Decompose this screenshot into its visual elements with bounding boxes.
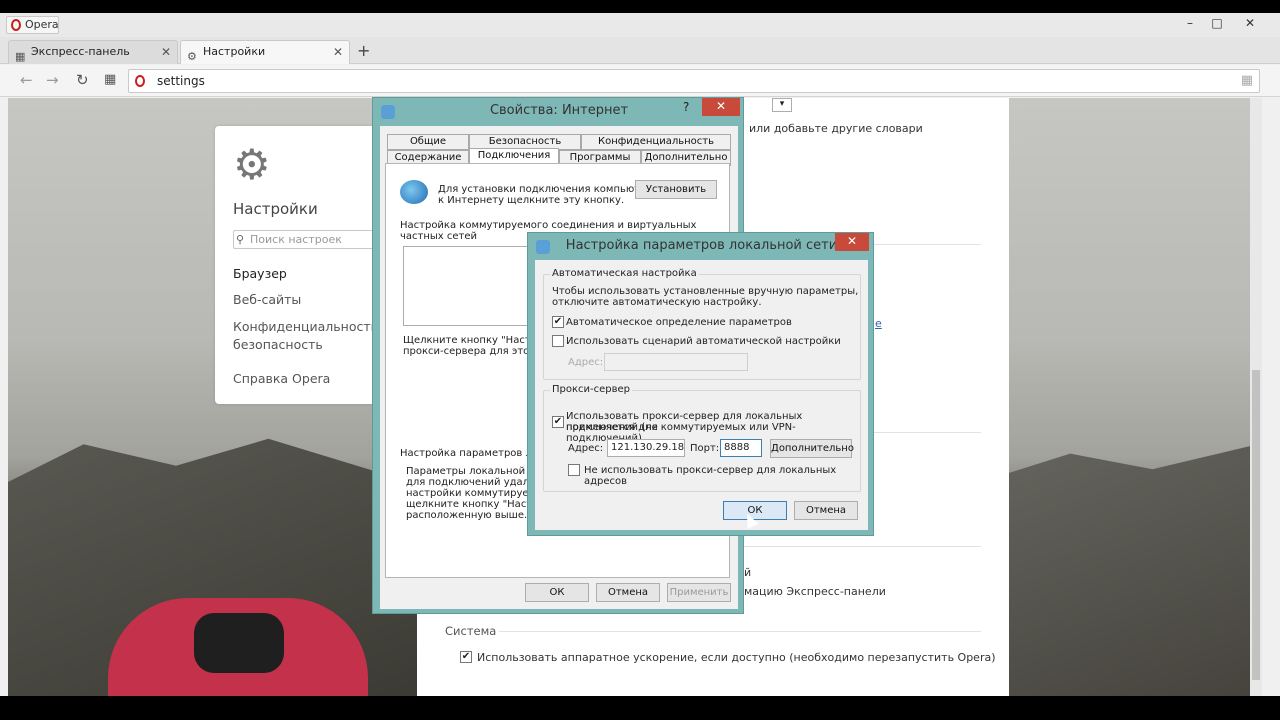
speed-dial-icon[interactable]: ▦	[1241, 73, 1253, 88]
setup-text: к Интернету щелкните эту кнопку.	[438, 195, 625, 206]
apply-button[interactable]: Применить	[667, 583, 731, 602]
auto-config-group: Автоматическая настройка Чтобы использов…	[543, 268, 861, 380]
grid-icon[interactable]: ▦	[104, 72, 116, 87]
forward-arrow-icon[interactable]: →	[46, 71, 59, 89]
script-address-label: Адрес:	[568, 357, 604, 368]
setup-button[interactable]: Установить	[635, 180, 717, 199]
settings-search-input[interactable]: ⚲ Поиск настроек	[233, 230, 381, 249]
tab-general[interactable]: Общие	[387, 134, 469, 150]
opera-logo-icon	[135, 75, 145, 87]
globe-icon	[400, 180, 428, 204]
bypass-local-label: Не использовать прокси-сервер для локаль…	[584, 465, 837, 487]
address-bar-row: ← → ↻ ▦ settings ▦	[0, 65, 1280, 97]
use-script-checkbox[interactable]	[552, 335, 564, 347]
minimize-icon[interactable]: –	[1180, 16, 1200, 30]
url-field[interactable]: settings ▦	[128, 69, 1260, 93]
dialog-body: Автоматическая настройка Чтобы использов…	[535, 260, 868, 530]
tab-label: Экспресс-панель	[31, 45, 130, 58]
hw-accel-checkbox[interactable]: ✔	[460, 651, 472, 663]
sidebar-item-help[interactable]: Справка Opera	[233, 371, 330, 386]
mountain-right	[988, 443, 1262, 696]
close-tab-icon[interactable]: ✕	[161, 41, 171, 63]
opera-browser-window: Opera – □ ✕ ▦ Экспресс-панель ✕ ⚙ Настро…	[0, 0, 1280, 720]
setup-text: Для установки подключения компьютера	[438, 184, 659, 195]
proxy-port-label: Порт:	[690, 443, 720, 454]
lan-settings-dialog: Настройка параметров локальной сети ✕ Ав…	[527, 232, 874, 536]
reload-icon[interactable]: ↻	[76, 71, 89, 89]
auto-config-description: отключите автоматическую настройку.	[552, 297, 762, 308]
group-label: Прокси-сервер	[550, 384, 633, 395]
ok-button[interactable]: ОК	[525, 583, 589, 602]
search-icon: ⚲	[236, 233, 245, 246]
maximize-icon[interactable]: □	[1207, 16, 1227, 30]
close-tab-icon[interactable]: ✕	[333, 41, 343, 63]
lan-description: для подключений удален	[406, 477, 542, 488]
bypass-local-checkbox[interactable]	[568, 464, 580, 476]
sidebar-item-security[interactable]: безопасность	[233, 337, 323, 352]
connections-list[interactable]	[403, 246, 529, 326]
tab-label: Настройки	[203, 45, 266, 58]
scrollbar[interactable]	[1250, 98, 1262, 696]
proxy-advanced-button[interactable]: Дополнительно	[770, 439, 854, 458]
group-label: Автоматическая настройка	[550, 268, 699, 279]
dialup-label: Настройка коммутируемого соединения и ви…	[400, 220, 697, 231]
proxy-group: Прокси-сервер ✔ Использовать прокси-серв…	[543, 384, 861, 492]
opera-logo-icon	[11, 19, 21, 31]
system-heading: Система	[445, 624, 497, 638]
hw-accel-label: Использовать аппаратное ускорение, если …	[477, 651, 996, 664]
use-proxy-checkbox[interactable]: ✔	[552, 416, 564, 428]
back-arrow-icon[interactable]: ←	[20, 71, 33, 89]
close-button[interactable]: ✕	[702, 98, 740, 116]
opera-menu-button[interactable]: Opera	[6, 16, 59, 34]
sidebar-item-privacy[interactable]: Конфиденциальность	[233, 319, 378, 334]
dropdown-arrow-icon[interactable]: ▾	[772, 98, 792, 112]
auto-detect-label: Автоматическое определение параметров	[566, 317, 792, 328]
tab-express-panel[interactable]: ▦ Экспресс-панель ✕	[8, 40, 178, 64]
proxy-port-input[interactable]: 8888	[720, 439, 762, 457]
partial-text: й	[744, 566, 752, 579]
new-tab-button[interactable]: +	[357, 41, 370, 60]
cancel-button[interactable]: Отмена	[596, 583, 660, 602]
proxy-address-label: Адрес:	[568, 443, 604, 454]
sidebar-item-websites[interactable]: Веб-сайты	[233, 292, 301, 307]
search-placeholder: Поиск настроек	[250, 233, 342, 246]
auto-config-description: Чтобы использовать установленные вручную…	[552, 286, 859, 297]
screen-bottom-bar	[0, 696, 1280, 720]
use-script-label: Использовать сценарий автоматической нас…	[566, 336, 841, 347]
script-address-input[interactable]	[604, 353, 748, 371]
sidebar-title: Настройки	[233, 200, 318, 218]
settings-sidebar: ⚙ Настройки ⚲ Поиск настроек Браузер Веб…	[215, 126, 381, 404]
title-bar: Opera – □ ✕	[0, 13, 1280, 37]
express-panel-info-text: мацию Экспресс-панели	[744, 585, 886, 598]
help-button[interactable]: ?	[683, 100, 689, 114]
proxy-address-input[interactable]: 121.130.29.184	[607, 439, 685, 457]
screen-top-bar	[0, 0, 1280, 13]
tab-strip: ▦ Экспресс-панель ✕ ⚙ Настройки ✕ +	[0, 37, 1280, 64]
tab-privacy[interactable]: Конфиденциальность	[581, 134, 731, 150]
lan-description: расположенную выше.	[406, 510, 528, 521]
opera-menu-label: Opera	[25, 18, 59, 31]
dictionary-text: или добавьте другие словари	[749, 122, 923, 135]
divider	[499, 631, 981, 632]
settings-link[interactable]: е	[875, 317, 882, 330]
dialup-label: частных сетей	[400, 231, 478, 242]
skydiver	[194, 613, 284, 673]
url-text: settings	[157, 74, 205, 88]
auto-detect-checkbox[interactable]: ✔	[552, 316, 564, 328]
cancel-button[interactable]: Отмена	[794, 501, 858, 520]
close-button[interactable]: ✕	[835, 233, 869, 251]
gear-icon: ⚙	[233, 140, 271, 189]
scrollbar-thumb[interactable]	[1252, 370, 1260, 680]
tab-settings[interactable]: ⚙ Настройки ✕	[180, 40, 350, 64]
sidebar-item-browser[interactable]: Браузер	[233, 266, 287, 281]
dialog-title: Настройка параметров локальной сети	[565, 238, 838, 253]
close-window-icon[interactable]: ✕	[1240, 16, 1260, 30]
